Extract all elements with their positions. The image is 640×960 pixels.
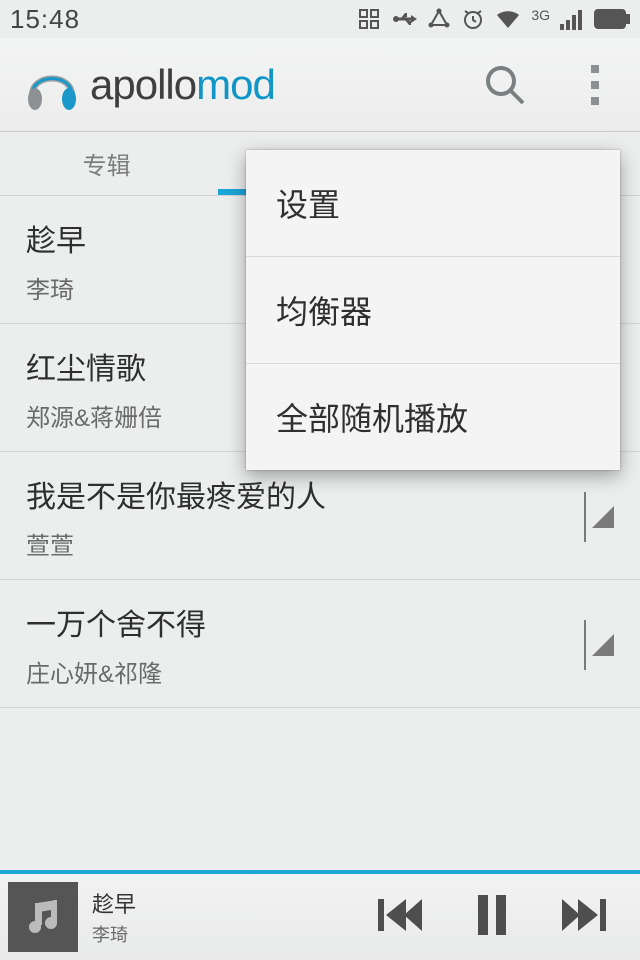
next-button[interactable] <box>562 897 606 938</box>
skip-prev-icon <box>378 897 422 933</box>
wifi-icon <box>495 8 521 30</box>
item-artist: 庄心妍&祁隆 <box>26 654 206 689</box>
battery-icon <box>594 9 630 29</box>
menu-item[interactable]: 均衡器 <box>246 257 620 364</box>
item-title: 红尘情歌 <box>26 344 162 388</box>
item-artist: 郑源&蒋姗倍 <box>26 398 162 433</box>
dropdown-icon <box>592 634 614 656</box>
item-menu-button[interactable] <box>584 620 614 670</box>
network-type: 3G <box>531 7 550 23</box>
alarm-icon <box>461 7 485 31</box>
dropdown-icon <box>592 506 614 528</box>
tab-albums[interactable]: 专辑 <box>0 132 213 195</box>
grid-icon <box>357 7 381 31</box>
album-art[interactable] <box>8 882 78 952</box>
status-time: 15:48 <box>10 4 80 35</box>
play-pause-button[interactable] <box>476 895 508 940</box>
search-icon <box>481 61 529 109</box>
menu-item[interactable]: 全部随机播放 <box>246 364 620 470</box>
item-title: 一万个舍不得 <box>26 600 206 644</box>
network-icon <box>427 7 451 31</box>
list-item[interactable]: 一万个舍不得庄心妍&祁隆 <box>0 580 640 708</box>
divider-icon <box>584 620 586 670</box>
status-bar: 15:48 3G <box>0 0 640 38</box>
signal-icon <box>560 8 584 30</box>
overflow-button[interactable] <box>550 38 640 131</box>
item-title: 趁早 <box>26 216 86 260</box>
status-icons: 3G <box>357 7 630 31</box>
item-title: 我是不是你最疼爱的人 <box>26 472 326 516</box>
item-artist: 萱萱 <box>26 526 326 561</box>
item-artist: 李琦 <box>26 270 86 305</box>
now-playing-title: 趁早 <box>92 887 378 919</box>
list-item[interactable]: 我是不是你最疼爱的人萱萱 <box>0 452 640 580</box>
app-logo[interactable]: apollomod <box>22 55 460 115</box>
skip-next-icon <box>562 897 606 933</box>
app-title: apollomod <box>90 61 275 109</box>
headphones-icon <box>22 55 82 115</box>
action-bar: apollomod <box>0 38 640 132</box>
search-button[interactable] <box>460 38 550 131</box>
divider-icon <box>584 492 586 542</box>
more-vert-icon <box>588 63 602 107</box>
now-playing-artist: 李琦 <box>92 921 378 947</box>
menu-item[interactable]: 设置 <box>246 150 620 257</box>
now-playing-bar[interactable]: 趁早 李琦 <box>0 874 640 960</box>
item-menu-button[interactable] <box>584 492 614 542</box>
playback-controls <box>378 895 606 940</box>
usb-icon <box>391 7 417 31</box>
music-note-icon <box>23 897 63 937</box>
overflow-menu: 设置均衡器全部随机播放 <box>246 150 620 470</box>
now-playing-text[interactable]: 趁早 李琦 <box>92 887 378 947</box>
prev-button[interactable] <box>378 897 422 938</box>
pause-icon <box>476 895 508 935</box>
